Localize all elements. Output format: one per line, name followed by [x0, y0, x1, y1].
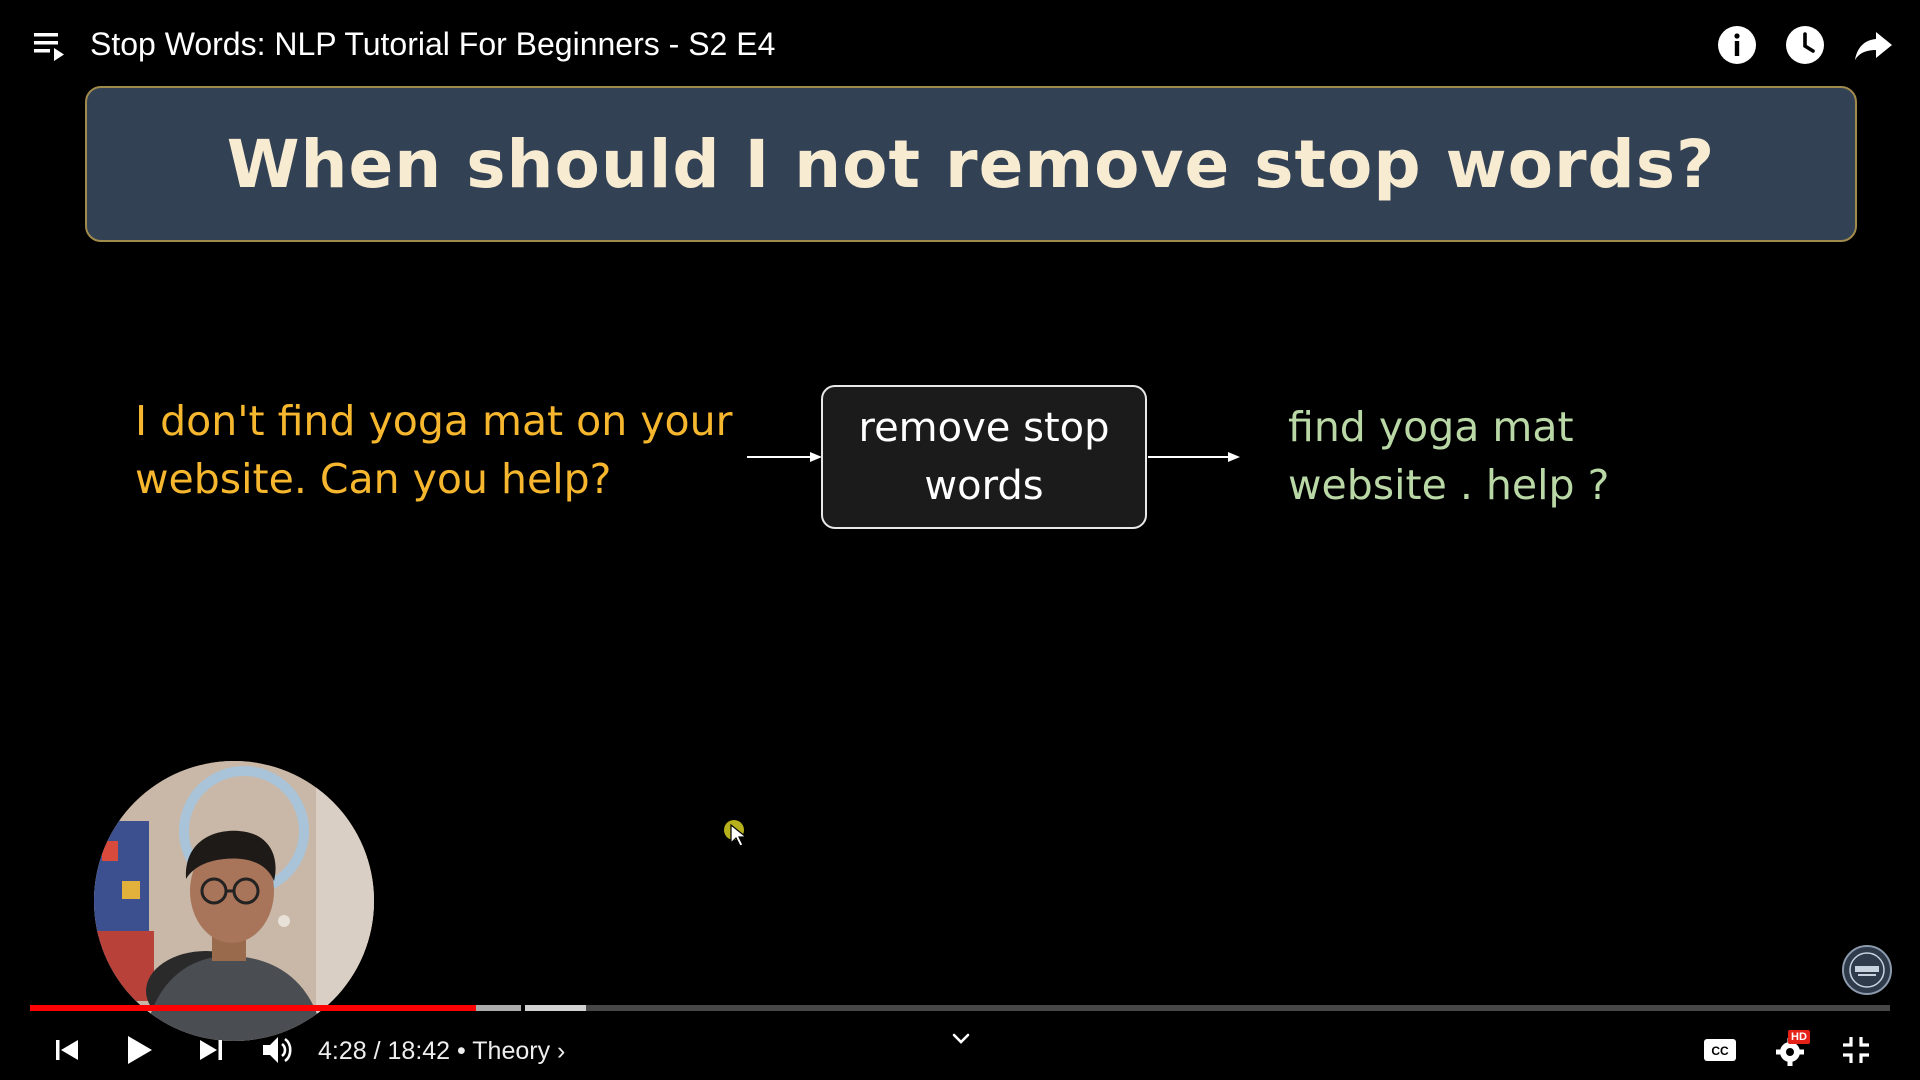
chapter-marker	[521, 1005, 526, 1011]
output-sentence: find yoga mat website . help ?	[1288, 403, 1610, 509]
previous-button[interactable]	[45, 1028, 89, 1072]
watch-later-icon[interactable]	[1784, 24, 1826, 66]
exit-fullscreen-button[interactable]	[1834, 1028, 1878, 1072]
duration: 18:42	[387, 1037, 451, 1065]
share-icon[interactable]	[1852, 24, 1894, 66]
chapter-separator: •	[450, 1037, 473, 1065]
progress-played	[30, 1005, 477, 1011]
video-player[interactable]: Stop Words: NLP Tutorial For Beginners -…	[0, 0, 1920, 1080]
presenter-illustration	[94, 761, 374, 1041]
time-display: 4:28 / 18:42 • Theory ›	[318, 1034, 565, 1068]
play-button[interactable]	[117, 1028, 161, 1072]
video-title[interactable]: Stop Words: NLP Tutorial For Beginners -…	[90, 22, 775, 66]
chapter-chevron-icon[interactable]: ›	[550, 1037, 565, 1065]
process-box: remove stop words	[821, 385, 1147, 529]
info-icon[interactable]	[1716, 24, 1758, 66]
captions-button[interactable]: CC	[1698, 1028, 1742, 1072]
current-time: 4:28	[318, 1037, 367, 1065]
top-bar: Stop Words: NLP Tutorial For Beginners -…	[0, 0, 1920, 90]
output-arrow	[1148, 452, 1240, 462]
exit-fullscreen-icon	[1843, 1037, 1869, 1063]
chevron-down-icon[interactable]	[948, 1026, 974, 1052]
next-button[interactable]	[189, 1028, 233, 1072]
input-arrow	[747, 452, 822, 462]
svg-text:CC: CC	[1711, 1044, 1729, 1058]
progress-bar[interactable]	[30, 1005, 1890, 1011]
input-sentence: I don't find yoga mat on your website. C…	[135, 397, 733, 503]
slide-heading: When should I not remove stop words?	[226, 125, 1716, 203]
volume-icon	[263, 1037, 292, 1063]
hd-badge: HD	[1788, 1030, 1810, 1044]
time-separator: /	[366, 1037, 388, 1065]
slide-header: When should I not remove stop words?	[85, 86, 1857, 242]
channel-watermark-logo[interactable]	[1842, 945, 1892, 995]
chapter-hover-segment	[525, 1005, 587, 1011]
codebasics-logo-icon	[1849, 952, 1885, 988]
presenter-webcam	[94, 761, 374, 1041]
chapter-title-button[interactable]: Theory	[472, 1037, 550, 1065]
cc-icon: CC	[1704, 1039, 1736, 1061]
volume-button[interactable]	[256, 1028, 300, 1072]
play-icon	[128, 1036, 152, 1064]
control-bar: 4:28 / 18:42 • Theory › CC HD	[0, 1020, 1920, 1080]
settings-button[interactable]: HD	[1770, 1028, 1814, 1072]
skip-next-icon	[200, 1040, 222, 1060]
playlist-icon[interactable]	[32, 28, 68, 64]
skip-previous-icon	[56, 1040, 78, 1060]
mouse-cursor-icon	[730, 824, 748, 847]
process-label: remove stop words	[858, 405, 1110, 509]
